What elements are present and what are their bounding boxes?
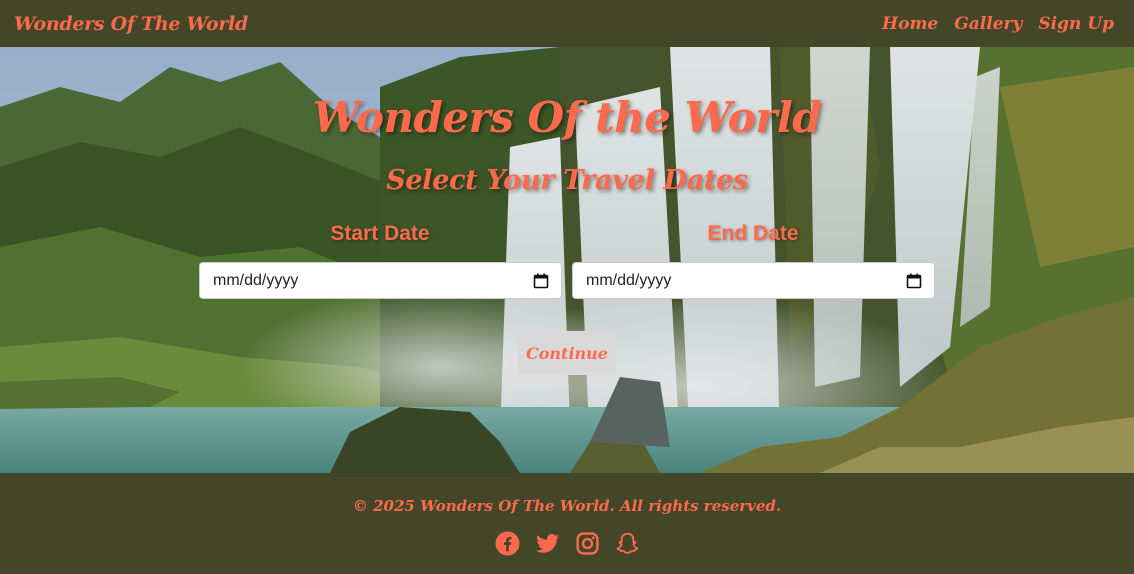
nav-links: Home Gallery Sign Up (882, 14, 1114, 34)
top-navbar: Wonders Of The World Home Gallery Sign U… (0, 0, 1134, 47)
hero-subtitle: Select Your Travel Dates (386, 165, 748, 196)
footer: © 2025 Wonders Of The World. All rights … (0, 473, 1134, 574)
end-date-placeholder: mm/dd/yyyy (586, 271, 672, 289)
hero-section: Wonders Of the World Select Your Travel … (0, 47, 1134, 473)
calendar-icon[interactable] (533, 273, 549, 289)
end-date-input[interactable]: mm/dd/yyyy (572, 262, 935, 299)
nav-link-gallery[interactable]: Gallery (954, 14, 1022, 34)
start-date-input[interactable]: mm/dd/yyyy (199, 262, 562, 299)
copyright-text: © 2025 Wonders Of The World. All rights … (352, 497, 782, 515)
start-date-label: Start Date (330, 222, 430, 245)
start-date-placeholder: mm/dd/yyyy (213, 271, 299, 289)
social-links (0, 531, 1134, 556)
end-date-label: End Date (707, 222, 799, 245)
snapchat-icon[interactable] (615, 531, 640, 556)
nav-link-home[interactable]: Home (882, 14, 938, 34)
hero-title: Wonders Of the World (312, 93, 822, 142)
calendar-icon[interactable] (906, 273, 922, 289)
twitter-icon[interactable] (535, 531, 560, 556)
facebook-icon[interactable] (495, 531, 520, 556)
continue-button[interactable]: Continue (518, 331, 616, 375)
instagram-icon[interactable] (575, 531, 600, 556)
nav-link-sign-up[interactable]: Sign Up (1038, 14, 1114, 34)
brand-link[interactable]: Wonders Of The World (14, 13, 248, 35)
